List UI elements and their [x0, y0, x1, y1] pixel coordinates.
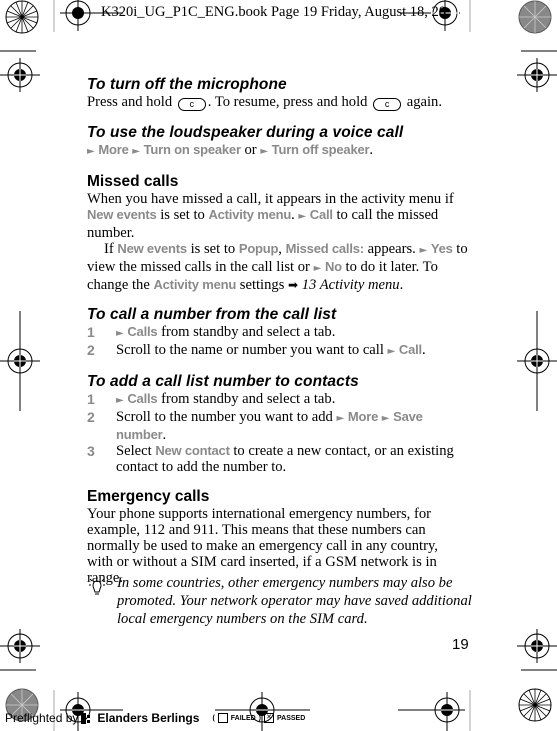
section-microphone: To turn off the microphone Press and hol…: [87, 76, 472, 111]
registration-mark-icon: [0, 58, 40, 92]
loudspeaker-text: ► More ► Turn on speaker or ► Turn off s…: [87, 142, 374, 158]
page-content: To turn off the microphone Press and hol…: [87, 76, 472, 599]
star-target-icon: [518, 0, 552, 34]
star-target-icon: [518, 688, 552, 722]
select-arrow-icon: ►: [132, 146, 140, 157]
heading-microphone: To turn off the microphone: [87, 76, 287, 93]
c-key-icon: c: [373, 98, 402, 111]
steps-list: 1 ► Calls from standby and select a tab. …: [87, 391, 472, 475]
menu-item-call: Call: [309, 207, 333, 222]
step-number: 1: [87, 391, 95, 407]
microphone-text: Press and hold c. To resume, press and h…: [87, 94, 442, 111]
cross-reference-link[interactable]: 13 Activity menu: [302, 277, 400, 293]
select-arrow-icon: ►: [87, 146, 95, 157]
menu-item-new-events: New events: [87, 207, 157, 222]
menu-item-new-events: New events: [117, 241, 187, 256]
missed-calls-paragraph-2: If New events is set to Popup, Missed ca…: [87, 241, 468, 293]
step-number: 3: [87, 443, 95, 459]
step-item: 3 Select New contact to create a new cont…: [87, 443, 454, 475]
registration-mark-icon: [64, 0, 92, 31]
select-arrow-icon: ►: [116, 328, 124, 339]
failed-label: FAILED: [230, 714, 256, 722]
preflight-stamp: Preflighted by Elanders Berlings ( FAILE…: [5, 711, 306, 725]
section-missed-calls: Missed calls When you have missed a call…: [87, 173, 472, 293]
select-arrow-icon: ►: [313, 263, 322, 274]
registration-mark-icon: [517, 629, 557, 663]
select-arrow-icon: ►: [116, 395, 124, 406]
tip-text: In some countries, other emergency numbe…: [117, 575, 472, 627]
registration-mark-icon: [0, 629, 40, 663]
select-arrow-icon: ►: [387, 346, 396, 357]
step-item: 2 Scroll to the number you want to add ► …: [87, 409, 423, 443]
document-slug: K320i_UG_P1C_ENG.book Page 19 Friday, Au…: [101, 4, 447, 20]
step-item: 1 ► Calls from standby and select a tab.: [87, 324, 336, 340]
missed-calls-paragraph-1: When you have missed a call, it appears …: [87, 191, 454, 241]
menu-item-activity-menu: Activity menu: [153, 277, 237, 292]
registration-mark-icon: [517, 58, 557, 92]
menu-item-calls: Calls: [127, 324, 158, 339]
step-item: 1 ► Calls from standby and select a tab.: [87, 391, 336, 407]
section-add-to-contacts: To add a call list number to contacts 1 ►…: [87, 373, 472, 475]
lightbulb-icon: [89, 577, 105, 595]
step-number: 2: [87, 409, 95, 425]
menu-item-turn-on-speaker: Turn on speaker: [143, 142, 241, 157]
page-number: 19: [452, 636, 469, 653]
heading-loudspeaker: To use the loudspeaker during a voice ca…: [87, 124, 404, 141]
heading-add-to-contacts: To add a call list number to contacts: [87, 373, 359, 390]
menu-item-popup: Popup: [238, 241, 279, 256]
section-call-from-list: To call a number from the call list 1 ► C…: [87, 306, 472, 360]
registration-mark-icon: [0, 311, 40, 411]
select-arrow-icon: ►: [336, 413, 345, 424]
step-item: 2 Scroll to the name or number you want t…: [87, 342, 426, 358]
cross-reference-arrow-icon: ➡: [288, 278, 299, 292]
menu-item-turn-off-speaker: Turn off speaker: [271, 142, 370, 157]
select-arrow-icon: ►: [381, 413, 390, 424]
steps-list: 1 ► Calls from standby and select a tab. …: [87, 324, 472, 360]
select-arrow-icon: ►: [298, 211, 307, 222]
star-target-icon: [5, 0, 39, 34]
menu-item-new-contact: New contact: [155, 443, 230, 458]
select-arrow-icon: ►: [419, 245, 428, 256]
c-key-icon: c: [177, 98, 206, 111]
heading-emergency-calls: Emergency calls: [87, 488, 210, 505]
step-number: 1: [87, 324, 95, 340]
menu-item-missed-calls: Missed calls:: [285, 241, 365, 256]
menu-item-yes: Yes: [430, 241, 453, 256]
passed-label: PASSED: [277, 714, 306, 722]
section-loudspeaker: To use the loudspeaker during a voice ca…: [87, 124, 472, 160]
tip-note: In some countries, other emergency numbe…: [87, 574, 472, 628]
registration-mark-icon: [517, 311, 557, 411]
section-emergency-calls: Emergency calls Your phone supports inte…: [87, 488, 472, 586]
heading-missed-calls: Missed calls: [87, 173, 179, 190]
registration-mark-icon: [434, 692, 460, 731]
failed-checkbox: [217, 713, 228, 723]
menu-item-more: More: [347, 409, 379, 424]
elanders-logo-icon: [81, 712, 91, 724]
passed-checkbox: ✕: [264, 713, 275, 723]
menu-item-call: Call: [398, 342, 422, 357]
select-arrow-icon: ►: [260, 146, 269, 157]
step-number: 2: [87, 342, 95, 358]
elanders-brand: Elanders Berlings: [97, 711, 200, 725]
menu-item-more: More: [98, 142, 129, 157]
heading-call-from-list: To call a number from the call list: [87, 306, 337, 323]
menu-item-activity-menu: Activity menu: [208, 207, 292, 222]
menu-item-no: No: [324, 259, 342, 274]
menu-item-calls: Calls: [127, 391, 158, 406]
